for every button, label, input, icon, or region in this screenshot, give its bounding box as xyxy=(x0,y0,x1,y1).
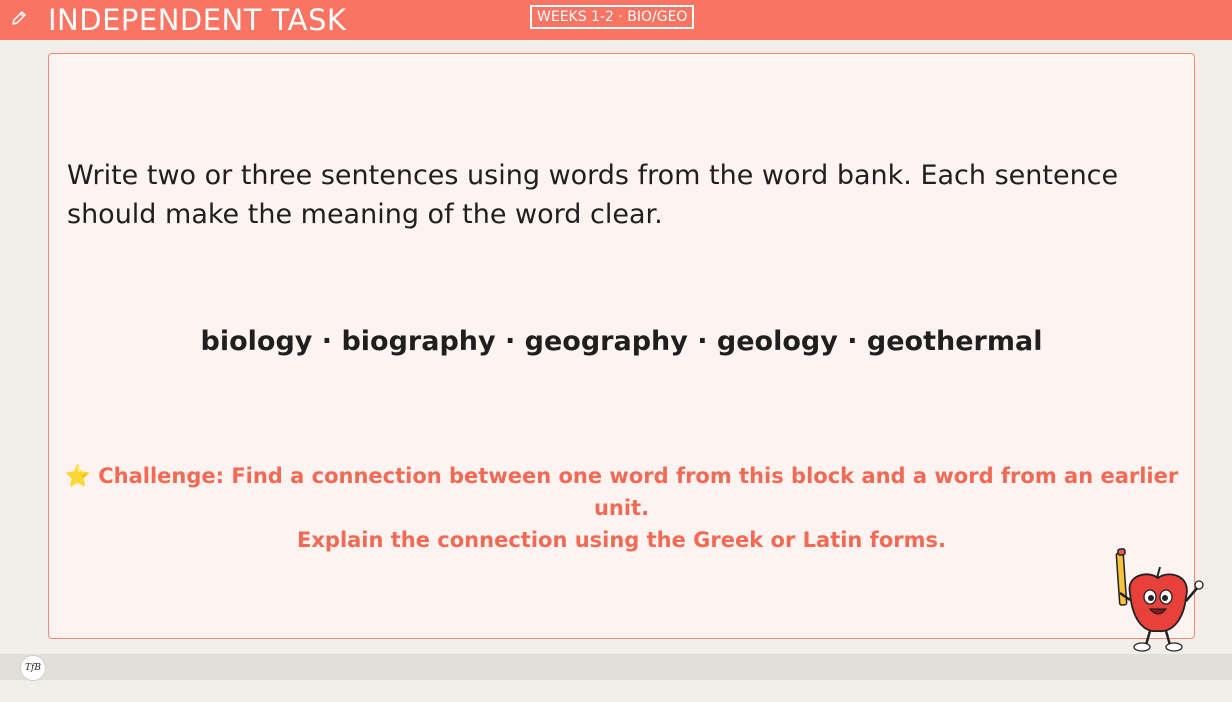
header-bar: INDEPENDENT TASK WEEKS 1-2 · BIO/GEO xyxy=(0,0,1232,40)
brand-logo: TfB xyxy=(20,655,46,681)
weeks-badge: WEEKS 1-2 · BIO/GEO xyxy=(530,5,695,29)
footer-bar xyxy=(0,654,1232,680)
challenge-line-2: Explain the connection using the Greek o… xyxy=(297,528,946,552)
challenge-text: ⭐ Challenge: Find a connection between o… xyxy=(49,460,1194,556)
page-title: INDEPENDENT TASK xyxy=(48,3,347,37)
challenge-line-1: ⭐ Challenge: Find a connection between o… xyxy=(64,464,1179,520)
task-instructions: Write two or three sentences using words… xyxy=(67,160,1119,230)
word-bank: biology · biography · geography · geolog… xyxy=(200,326,1043,357)
apple-mascot-icon xyxy=(1115,548,1204,652)
task-card: Write two or three sentences using words… xyxy=(48,53,1195,639)
pencil-icon xyxy=(12,11,26,25)
